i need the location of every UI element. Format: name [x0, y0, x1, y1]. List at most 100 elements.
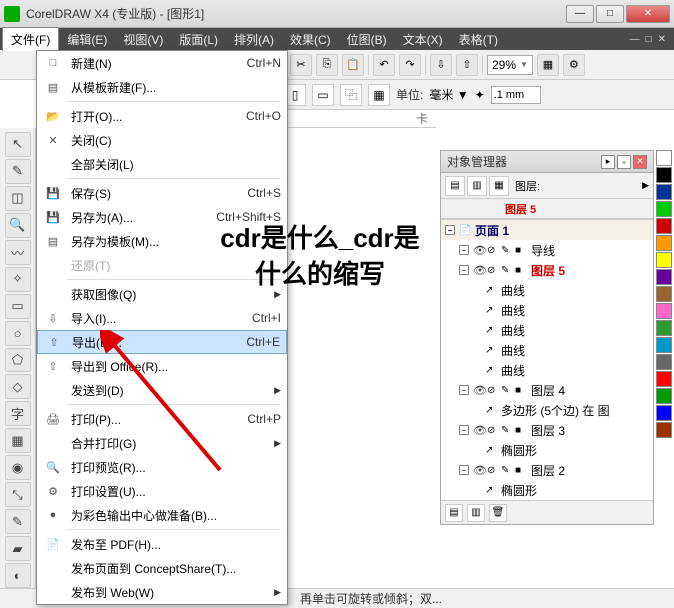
- docker-close-icon[interactable]: ✕: [633, 155, 647, 169]
- text-tool-icon[interactable]: 字: [5, 401, 31, 426]
- menu-layout[interactable]: 版面(L): [171, 28, 226, 51]
- menuitem-P[interactable]: 🖨打印(P)...Ctrl+P: [37, 407, 287, 431]
- tb-snap-icon[interactable]: ▦: [537, 54, 559, 76]
- docker-tab1-icon[interactable]: ▤: [445, 176, 465, 196]
- tb-paste-icon[interactable]: 📋: [342, 54, 364, 76]
- menu-arrange[interactable]: 排列(A): [226, 28, 282, 51]
- menuitem-PDFH[interactable]: 📄发布至 PDF(H)...: [37, 532, 287, 556]
- tree-layer[interactable]: −👁⊘✎■图层 2: [441, 460, 653, 480]
- menuitem-G[interactable]: 合并打印(G)▶: [37, 431, 287, 455]
- crop-tool-icon[interactable]: ◫: [5, 186, 31, 211]
- tree-layer[interactable]: −👁⊘✎■图层 5: [441, 260, 653, 280]
- menu-view[interactable]: 视图(V): [115, 28, 171, 51]
- unit-combo[interactable]: 毫米 ▼: [429, 86, 468, 103]
- color-swatch[interactable]: [656, 422, 672, 438]
- color-swatch[interactable]: [656, 405, 672, 421]
- menuitem-M[interactable]: ▤另存为模板(M)...: [37, 229, 287, 253]
- page-orientation2-icon[interactable]: ▭: [312, 84, 334, 106]
- new-master-icon[interactable]: ▥: [467, 504, 485, 522]
- menuitem-F[interactable]: ▤从模板新建(F)...: [37, 75, 287, 99]
- menuitem-S[interactable]: 💾保存(S)Ctrl+S: [37, 181, 287, 205]
- tree-obj[interactable]: ↗椭圆形: [441, 480, 653, 500]
- tree-obj[interactable]: ↗椭圆形: [441, 440, 653, 460]
- menuitem-B[interactable]: ●为彩色输出中心做准备(B)...: [37, 503, 287, 527]
- tb-copy-icon[interactable]: ⎘: [316, 54, 338, 76]
- color-swatch[interactable]: [656, 167, 672, 183]
- new-layer-icon[interactable]: ▤: [445, 504, 463, 522]
- smart-tool-icon[interactable]: ✧: [5, 267, 31, 292]
- menuitem-U[interactable]: ⚙打印设置(U)...: [37, 479, 287, 503]
- tree-layer[interactable]: −👁⊘✎■图层 4: [441, 380, 653, 400]
- color-swatch[interactable]: [656, 354, 672, 370]
- tree-obj[interactable]: ↗多边形 (5个边) 在 图: [441, 400, 653, 420]
- object-tree[interactable]: −📄页面 1−👁⊘✎■导线−👁⊘✎■图层 5↗曲线↗曲线↗曲线↗曲线↗曲线−👁⊘…: [441, 219, 653, 500]
- mdi-close-icon[interactable]: ✕: [658, 34, 666, 45]
- outline-tool-icon[interactable]: ✎: [5, 509, 31, 534]
- fill-tool-icon[interactable]: ▰: [5, 536, 31, 561]
- interactive-fill-icon[interactable]: ◐: [5, 563, 31, 588]
- menu-table[interactable]: 表格(T): [451, 28, 506, 51]
- tree-obj[interactable]: ↗曲线: [441, 340, 653, 360]
- color-swatch[interactable]: [656, 286, 672, 302]
- menu-effects[interactable]: 效果(C): [282, 28, 339, 51]
- table-tool-icon[interactable]: ▦: [5, 428, 31, 453]
- menuitem-E[interactable]: ⇧导出(E)...Ctrl+E: [37, 330, 287, 354]
- color-swatch[interactable]: [656, 388, 672, 404]
- color-swatch[interactable]: [656, 269, 672, 285]
- tb-options-icon[interactable]: ⚙: [563, 54, 585, 76]
- color-swatch[interactable]: [656, 371, 672, 387]
- tree-page[interactable]: −📄页面 1: [441, 220, 653, 240]
- tb-redo-icon[interactable]: ↷: [399, 54, 421, 76]
- tb-export-icon[interactable]: ⇧: [456, 54, 478, 76]
- mdi-minimize-icon[interactable]: —: [630, 34, 640, 45]
- menuitem-O[interactable]: 📂打开(O)...Ctrl+O: [37, 104, 287, 128]
- shape-tool-icon[interactable]: ✎: [5, 159, 31, 184]
- menuitem-R[interactable]: 🔍打印预览(R)...: [37, 455, 287, 479]
- docker-titlebar[interactable]: 对象管理器 ▸ ▫ ✕: [441, 151, 653, 173]
- tb-cut-icon[interactable]: ✂: [290, 54, 312, 76]
- page-layout-icon[interactable]: ⿻: [340, 84, 362, 106]
- color-swatch[interactable]: [656, 184, 672, 200]
- tb-undo-icon[interactable]: ↶: [373, 54, 395, 76]
- blend-tool-icon[interactable]: ◉: [5, 455, 31, 480]
- menuitem-N[interactable]: □新建(N)Ctrl+N: [37, 51, 287, 75]
- menu-file[interactable]: 文件(F): [2, 27, 59, 51]
- color-swatch[interactable]: [656, 218, 672, 234]
- page-layout2-icon[interactable]: ▦: [368, 84, 390, 106]
- menuitem-OfficeR[interactable]: ⇧导出到 Office(R)...: [37, 354, 287, 378]
- color-swatch[interactable]: [656, 252, 672, 268]
- menu-bitmap[interactable]: 位图(B): [339, 28, 395, 51]
- color-swatch[interactable]: [656, 337, 672, 353]
- menuitem-ConceptShareT[interactable]: 发布页面到 ConceptShare(T)...: [37, 556, 287, 580]
- tree-obj[interactable]: ↗曲线: [441, 300, 653, 320]
- tree-obj[interactable]: ↗曲线: [441, 280, 653, 300]
- flyout-arrow-icon[interactable]: ▶: [642, 180, 649, 191]
- tree-layer[interactable]: −👁⊘✎■导线: [441, 240, 653, 260]
- menuitem-Q[interactable]: 获取图像(Q)▶: [37, 282, 287, 306]
- docker-flyout-icon[interactable]: ▫: [617, 155, 631, 169]
- menuitem-A[interactable]: 💾另存为(A)...Ctrl+Shift+S: [37, 205, 287, 229]
- menuitem-T[interactable]: 还原(T): [37, 253, 287, 277]
- ellipse-tool-icon[interactable]: ○: [5, 321, 31, 346]
- tb-import-icon[interactable]: ⇩: [430, 54, 452, 76]
- delete-layer-icon[interactable]: 🗑: [489, 504, 507, 522]
- freehand-tool-icon[interactable]: 〰: [5, 240, 31, 265]
- menuitem-C[interactable]: ✕关闭(C): [37, 128, 287, 152]
- color-swatch[interactable]: [656, 303, 672, 319]
- docker-collapse-icon[interactable]: ▸: [601, 155, 615, 169]
- close-button[interactable]: ✕: [626, 5, 670, 23]
- menu-text[interactable]: 文本(X): [395, 28, 451, 51]
- zoom-tool-icon[interactable]: 🔍: [5, 213, 31, 238]
- mdi-restore-icon[interactable]: □: [646, 34, 652, 45]
- pick-tool-icon[interactable]: ↖: [5, 132, 31, 157]
- maximize-button[interactable]: □: [596, 5, 624, 23]
- basic-shapes-icon[interactable]: ◇: [5, 374, 31, 399]
- color-swatch[interactable]: [656, 235, 672, 251]
- rectangle-tool-icon[interactable]: ▭: [5, 294, 31, 319]
- docker-tab3-icon[interactable]: ▦: [489, 176, 509, 196]
- menuitem-WebW[interactable]: 发布到 Web(W)▶: [37, 580, 287, 604]
- eyedropper-tool-icon[interactable]: ⤡: [5, 482, 31, 507]
- polygon-tool-icon[interactable]: ⬠: [5, 348, 31, 373]
- nudge-input[interactable]: [491, 86, 541, 104]
- menuitem-D[interactable]: 发送到(D)▶: [37, 378, 287, 402]
